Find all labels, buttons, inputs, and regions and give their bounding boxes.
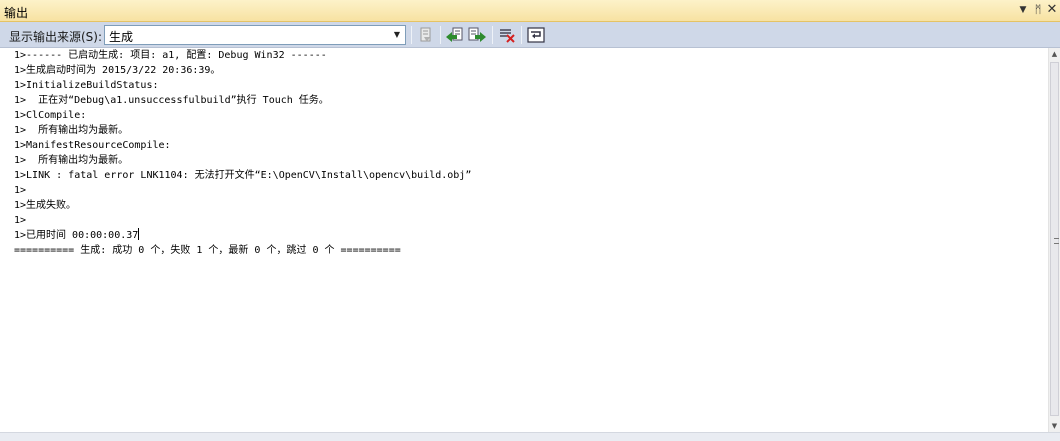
output-line: 1> bbox=[14, 215, 27, 226]
output-line: 1>------ 已启动生成: 项目: a1, 配置: Debug Win32 … bbox=[14, 50, 327, 61]
output-line-with-caret: 1>已用时间 00:00:00.37 bbox=[14, 228, 140, 243]
goto-error-button[interactable] bbox=[416, 25, 436, 45]
clear-all-button[interactable] bbox=[497, 25, 517, 45]
close-icon[interactable]: ✕ bbox=[1045, 2, 1059, 18]
output-toolbar: 显示输出来源(S): 生成 ▼ bbox=[0, 22, 1060, 48]
toolbar-separator bbox=[521, 26, 522, 44]
next-message-button[interactable] bbox=[467, 25, 487, 45]
vertical-scrollbar[interactable]: ▲ ▼ bbox=[1048, 48, 1060, 432]
output-line: 1>生成失败。 bbox=[14, 200, 77, 211]
goto-line-icon bbox=[420, 27, 431, 42]
window-position-dropdown-icon[interactable]: ▼ bbox=[1016, 2, 1030, 18]
clear-all-icon bbox=[500, 29, 515, 43]
next-message-icon bbox=[468, 27, 486, 42]
toolbar-separator bbox=[492, 26, 493, 44]
output-source-select[interactable]: 生成 ▼ bbox=[104, 25, 406, 45]
toolbar-separator bbox=[440, 26, 441, 44]
toolbar-separator bbox=[411, 26, 412, 44]
word-wrap-button[interactable] bbox=[526, 25, 546, 45]
output-window-titlebar: 输出 ▼ ᛗ ✕ bbox=[0, 0, 1060, 22]
grip-icon bbox=[1054, 238, 1059, 244]
elapsed-time-text: 1>已用时间 00:00:00.37 bbox=[14, 230, 139, 241]
output-line: 1> 正在对“Debug\a1.unsuccessfulbuild”执行 Tou… bbox=[14, 95, 329, 106]
text-caret bbox=[138, 228, 140, 240]
output-line: 1>ManifestResourceCompile: bbox=[14, 140, 171, 151]
source-label: 显示输出来源(S): bbox=[9, 30, 103, 44]
word-wrap-icon bbox=[527, 27, 545, 43]
prev-message-button[interactable] bbox=[445, 25, 465, 45]
previous-message-icon bbox=[446, 27, 463, 42]
pin-icon[interactable]: ᛗ bbox=[1031, 2, 1045, 18]
output-line: 1> 所有输出均为最新。 bbox=[14, 125, 129, 136]
chevron-down-icon[interactable]: ▼ bbox=[389, 26, 405, 44]
output-text-area[interactable]: 1>------ 已启动生成: 项目: a1, 配置: Debug Win32 … bbox=[0, 48, 1048, 432]
scrollbar-thumb[interactable] bbox=[1050, 62, 1059, 416]
output-line: 1> bbox=[14, 185, 27, 196]
build-summary-line: ========== 生成: 成功 0 个，失败 1 个，最新 0 个，跳过 0… bbox=[14, 245, 401, 256]
output-line: 1>ClCompile: bbox=[14, 110, 87, 121]
window-title: 输出 bbox=[4, 6, 29, 20]
output-line: 1> 所有输出均为最新。 bbox=[14, 155, 129, 166]
output-line: 1>生成启动时间为 2015/3/22 20:36:39。 bbox=[14, 65, 221, 76]
output-line: 1>InitializeBuildStatus: bbox=[14, 80, 159, 91]
output-line: 1>LINK : fatal error LNK1104: 无法打开文件“E:\… bbox=[14, 170, 472, 181]
output-source-value: 生成 bbox=[109, 30, 134, 44]
horizontal-scrollbar[interactable] bbox=[0, 432, 1060, 441]
scroll-down-icon[interactable]: ▼ bbox=[1049, 420, 1060, 432]
scroll-up-icon[interactable]: ▲ bbox=[1049, 48, 1060, 60]
